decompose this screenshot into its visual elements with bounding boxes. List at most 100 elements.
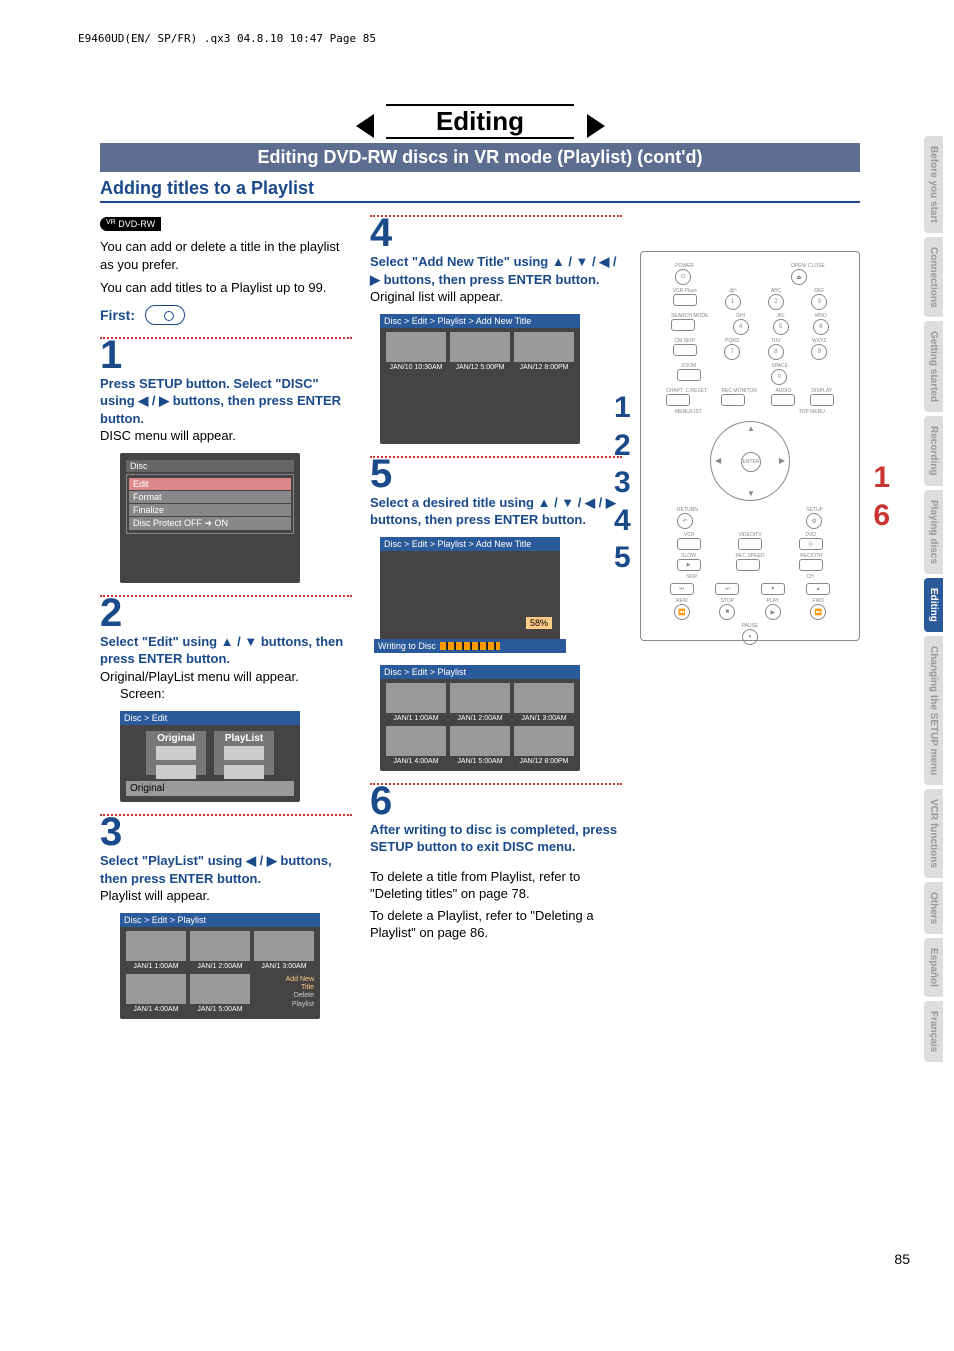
writing-screenshot: Disc > Edit > Playlist > Add New Title 5… bbox=[380, 537, 560, 647]
step-number-5: 5 bbox=[370, 454, 622, 494]
rew-icon: ⏪ bbox=[674, 604, 690, 620]
stop-icon: ■ bbox=[719, 604, 735, 620]
subtitle-bar: Editing DVD-RW discs in VR mode (Playlis… bbox=[100, 143, 860, 172]
down-arrow-icon: ▼ bbox=[747, 489, 755, 498]
page-number: 85 bbox=[894, 1251, 910, 1267]
step-number-2: 2 bbox=[100, 593, 352, 633]
creset-button bbox=[666, 394, 690, 406]
side-tab: Before you start bbox=[924, 136, 943, 233]
step-number-6: 6 bbox=[370, 781, 622, 821]
thumbnail bbox=[514, 683, 574, 713]
right-column: 1 2 3 4 5 1 6 POWER⏻OPEN/ CLOSE⏏ VCR Plu… bbox=[640, 211, 860, 1019]
intro-text-1: You can add or delete a title in the pla… bbox=[100, 238, 352, 273]
thumbnail bbox=[254, 931, 314, 961]
search-mode-button bbox=[671, 319, 695, 331]
playlist-after-screenshot: Disc > Edit > Playlist JAN/1 1:00AM JAN/… bbox=[380, 665, 580, 771]
thumbnail bbox=[190, 974, 250, 1004]
pause-icon: ⏸ bbox=[742, 629, 758, 645]
left-arrow-icon: ◀ bbox=[715, 456, 721, 465]
step-5-body: Select a desired title using ▲ / ▼ / ◀ /… bbox=[370, 494, 622, 529]
nav-pad: ▲ ▼ ◀ ▶ ENTER bbox=[710, 421, 790, 501]
intro-text-2: You can add titles to a Playlist up to 9… bbox=[100, 279, 352, 297]
side-tab: Others bbox=[924, 882, 943, 934]
footer-label: Original bbox=[126, 781, 294, 796]
first-label: First: bbox=[100, 307, 135, 323]
title-banner: Editing bbox=[100, 104, 860, 139]
dvd-disc-icon bbox=[145, 305, 185, 325]
thumbnail bbox=[126, 931, 186, 961]
edit-menu-screenshot: Disc > Edit Original PlayList Original bbox=[120, 711, 300, 802]
num-button: 6 bbox=[813, 319, 829, 335]
step-number-3: 3 bbox=[100, 812, 352, 852]
step-6-body: After writing to disc is completed, pres… bbox=[370, 821, 622, 942]
ch-up-icon: ▲ bbox=[806, 583, 830, 595]
vcr-button bbox=[677, 538, 701, 550]
step-ref-red: 1 6 bbox=[873, 459, 890, 534]
middle-column: 4 Select "Add New Title" using ▲ / ▼ / ◀… bbox=[370, 211, 622, 1019]
progress-percent: 58% bbox=[526, 617, 552, 629]
side-tab: Français bbox=[924, 1001, 943, 1062]
power-icon: ⏻ bbox=[675, 269, 691, 285]
thumbnail bbox=[450, 332, 510, 362]
disc-type-badge: VR DVD-RW bbox=[100, 217, 161, 231]
num-button: 0 bbox=[771, 369, 787, 385]
display-button bbox=[810, 394, 834, 406]
side-tab: Changing the SETUP menu bbox=[924, 636, 943, 785]
side-tabs: Before you start Connections Getting sta… bbox=[924, 136, 954, 1066]
ch-down-icon: ▼ bbox=[761, 583, 785, 595]
thumbnail bbox=[514, 726, 574, 756]
zoom-button bbox=[677, 369, 701, 381]
thumbnail bbox=[450, 726, 510, 756]
left-column: VR DVD-RW You can add or delete a title … bbox=[100, 211, 352, 1019]
thumbnail bbox=[386, 332, 446, 362]
play-icon: ▶ bbox=[765, 604, 781, 620]
skip-fwd-icon: ⏭ bbox=[715, 583, 739, 595]
menu-item: Disc Protect OFF ➔ ON bbox=[129, 517, 291, 530]
rec-otr-button bbox=[799, 559, 823, 571]
original-tile: Original bbox=[146, 731, 206, 775]
thumbnail bbox=[514, 332, 574, 362]
thumbnail bbox=[386, 726, 446, 756]
enter-button: ENTER bbox=[741, 452, 761, 472]
return-button: ↶ bbox=[677, 513, 693, 529]
num-button: 8 bbox=[768, 344, 784, 360]
step-3-body: Select "PlayList" using ◀ / ▶ buttons, t… bbox=[100, 852, 352, 905]
menu-item: Finalize bbox=[129, 504, 291, 516]
breadcrumb: Disc > Edit > Playlist bbox=[120, 913, 320, 927]
chevron-left-icon bbox=[356, 114, 374, 138]
remote-control-diagram: POWER⏻OPEN/ CLOSE⏏ VCR Plus+.@/:1ABC2DEF… bbox=[640, 251, 860, 641]
side-tab: Playing discs bbox=[924, 490, 943, 574]
step-number-4: 4 bbox=[370, 213, 622, 253]
num-button: 3 bbox=[811, 294, 827, 310]
vcr-plus-button bbox=[673, 294, 697, 306]
num-button: 7 bbox=[724, 344, 740, 360]
step-number-1: 1 bbox=[100, 335, 352, 375]
side-tab: Recording bbox=[924, 416, 943, 485]
audio-button bbox=[771, 394, 795, 406]
playlist-screenshot: Disc > Edit > Playlist JAN/1 1:00AM JAN/… bbox=[120, 913, 320, 1019]
playlist-tile: PlayList bbox=[214, 731, 274, 775]
rec-speed-button bbox=[736, 559, 760, 571]
eject-icon: ⏏ bbox=[791, 269, 807, 285]
num-button: 1 bbox=[725, 294, 741, 310]
menu-item: Format bbox=[129, 491, 291, 503]
side-tab: VCR functions bbox=[924, 789, 943, 878]
num-button: 2 bbox=[768, 294, 784, 310]
menu-title: Disc bbox=[126, 460, 294, 472]
side-tab: Getting started bbox=[924, 321, 943, 412]
up-arrow-icon: ▲ bbox=[747, 424, 755, 433]
step-1-body: Press SETUP button. Select "DISC" using … bbox=[100, 375, 352, 445]
video-tv-button bbox=[738, 538, 762, 550]
num-button: 4 bbox=[733, 319, 749, 335]
slow-button: ▶ bbox=[677, 559, 701, 571]
breadcrumb: Disc > Edit > Playlist > Add New Title bbox=[380, 314, 580, 328]
thumbnail bbox=[190, 931, 250, 961]
menu-item: Edit bbox=[129, 478, 291, 490]
right-arrow-icon: ▶ bbox=[779, 456, 785, 465]
disc-menu-screenshot: Disc Edit Format Finalize Disc Protect O… bbox=[120, 453, 300, 583]
side-tab: Español bbox=[924, 938, 943, 997]
header-path: E9460UD(EN/ SP/FR) .qx3 04.8.10 10:47 Pa… bbox=[78, 32, 376, 45]
breadcrumb: Disc > Edit > Playlist bbox=[380, 665, 580, 679]
breadcrumb: Disc > Edit > Playlist > Add New Title bbox=[380, 537, 560, 551]
addnew-screenshot: Disc > Edit > Playlist > Add New Title J… bbox=[380, 314, 580, 444]
